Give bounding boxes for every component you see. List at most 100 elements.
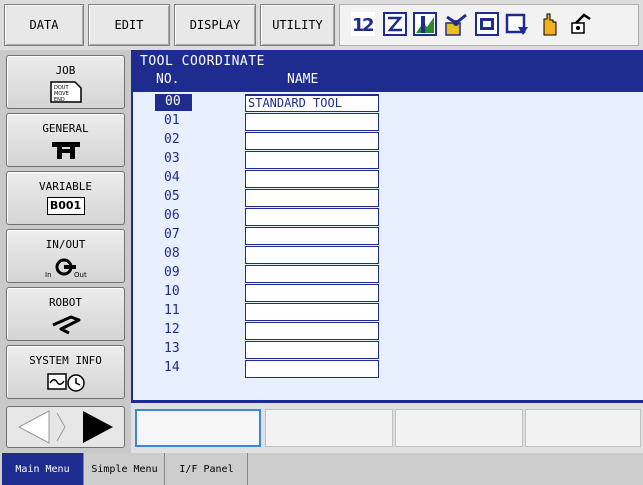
row-number[interactable]: 10 xyxy=(164,284,194,301)
table-row[interactable]: 11 xyxy=(131,302,643,321)
tab-simple-menu[interactable]: Simple Menu xyxy=(85,453,165,485)
row-number[interactable]: 03 xyxy=(164,151,194,168)
row-number[interactable]: 01 xyxy=(164,113,194,130)
general-tool-icon xyxy=(51,142,80,159)
tool-name-field[interactable] xyxy=(245,265,379,283)
row-number[interactable]: 02 xyxy=(164,132,194,149)
row-number[interactable]: 05 xyxy=(164,189,194,206)
svg-text:2: 2 xyxy=(362,15,375,36)
robot-arm-icon xyxy=(51,315,80,335)
row-number[interactable]: 09 xyxy=(164,265,194,282)
sidebar-item-label: IN/OUT xyxy=(45,238,86,251)
tool-name-field[interactable] xyxy=(245,189,379,207)
row-number[interactable]: 12 xyxy=(164,322,194,339)
table-row[interactable]: 04 xyxy=(131,169,643,188)
input-line-segment xyxy=(395,409,523,447)
hand-icon xyxy=(543,13,557,36)
io-plug-icon: In Out xyxy=(45,258,87,279)
menu-edit-label: EDIT xyxy=(114,18,144,32)
sidebar-item-label: VARIABLE xyxy=(39,180,92,193)
table-row[interactable]: 09 xyxy=(131,264,643,283)
tool-name-field[interactable] xyxy=(245,341,379,359)
sidebar-item-label: SYSTEM INFO xyxy=(29,354,102,367)
variable-icon: B001 xyxy=(46,197,85,215)
tool-coordinate-window: TOOL COORDINATE NO. NAME 00 STANDARD TOO… xyxy=(131,50,643,402)
tool-name-field[interactable] xyxy=(245,132,379,150)
row-number[interactable]: 06 xyxy=(164,208,194,225)
table-row[interactable]: 08 xyxy=(131,245,643,264)
row-number[interactable]: 11 xyxy=(164,303,194,320)
input-line-segment xyxy=(265,409,393,447)
tool-name-field[interactable] xyxy=(245,170,379,188)
tool-name-field[interactable] xyxy=(245,151,379,169)
tab-if-panel[interactable]: I/F Panel xyxy=(166,453,248,485)
sidebar-item-variable[interactable]: VARIABLE B001 xyxy=(6,171,125,225)
row-number[interactable]: 07 xyxy=(164,227,194,244)
sidebar-item-robot[interactable]: ROBOT xyxy=(6,287,125,341)
menu-utility-label: UTILITY xyxy=(272,18,323,32)
servo-icon xyxy=(571,13,591,34)
tool-name-field[interactable] xyxy=(245,322,379,340)
mode-switch-icon: 1 2 xyxy=(351,12,375,36)
main-menu-sidebar: JOB DOUT MOVE END GENERAL VARIABLE B001 xyxy=(0,50,131,453)
table-row[interactable]: 02 xyxy=(131,131,643,150)
top-menu-bar: DATA EDIT DISPLAY UTILITY 1 2 xyxy=(0,0,643,50)
table-row[interactable]: 07 xyxy=(131,226,643,245)
row-number[interactable]: 08 xyxy=(164,246,194,263)
tool-name-field[interactable] xyxy=(245,113,379,131)
column-header-no: NO. xyxy=(156,72,180,87)
status-icon-strip: 1 2 xyxy=(339,4,639,46)
table-row[interactable]: 00 STANDARD TOOL xyxy=(131,93,643,112)
sidebar-item-general[interactable]: GENERAL xyxy=(6,113,125,167)
menu-edit-button[interactable]: EDIT xyxy=(88,4,170,46)
table-row[interactable]: 12 xyxy=(131,321,643,340)
arrow-left-icon[interactable] xyxy=(17,410,50,444)
frame-icon xyxy=(505,13,528,35)
table-row[interactable]: 06 xyxy=(131,207,643,226)
tool-name-field[interactable] xyxy=(245,303,379,321)
menu-display-label: DISPLAY xyxy=(189,18,241,32)
sidebar-item-label: JOB xyxy=(55,64,76,77)
tool-name-field[interactable] xyxy=(245,246,379,264)
bottom-taskbar: Main Menu Simple Menu I/F Panel xyxy=(0,453,643,485)
row-number[interactable]: 00 xyxy=(155,94,192,111)
table-row[interactable]: 01 xyxy=(131,112,643,131)
tab-main-menu-label: Main Menu xyxy=(15,463,70,475)
input-line-segment xyxy=(525,409,641,447)
tool-name-field[interactable]: STANDARD TOOL xyxy=(245,94,379,112)
arrow-right-icon[interactable] xyxy=(83,411,113,443)
table-row[interactable]: 05 xyxy=(131,188,643,207)
tool-name-field[interactable] xyxy=(245,208,379,226)
job-document-icon: DOUT MOVE END xyxy=(49,81,82,103)
robot-arm-icon xyxy=(445,13,467,36)
row-number[interactable]: 13 xyxy=(164,341,194,358)
menu-utility-button[interactable]: UTILITY xyxy=(260,4,335,46)
window-header: TOOL COORDINATE NO. NAME xyxy=(131,50,643,92)
chart-icon xyxy=(413,12,437,36)
menu-data-label: DATA xyxy=(29,18,59,32)
tab-main-menu[interactable]: Main Menu xyxy=(2,453,84,485)
sidebar-item-system-info[interactable]: SYSTEM INFO xyxy=(6,345,125,399)
tool-name-field[interactable] xyxy=(245,360,379,378)
tool-name-field[interactable] xyxy=(245,227,379,245)
row-number[interactable]: 04 xyxy=(164,170,194,187)
table-row[interactable]: 10 xyxy=(131,283,643,302)
tab-if-panel-label: I/F Panel xyxy=(179,463,234,475)
menu-data-button[interactable]: DATA xyxy=(4,4,84,46)
table-row[interactable]: 03 xyxy=(131,150,643,169)
column-header-name: NAME xyxy=(287,72,319,87)
input-line-bar xyxy=(131,403,643,453)
window-title: TOOL COORDINATE xyxy=(140,54,265,69)
row-number[interactable]: 14 xyxy=(164,360,194,377)
svg-text:In: In xyxy=(45,271,52,279)
sidebar-item-in-out[interactable]: IN/OUT In Out xyxy=(6,229,125,283)
input-line-field[interactable] xyxy=(135,409,261,447)
table-row[interactable]: 13 xyxy=(131,340,643,359)
sidebar-item-job[interactable]: JOB DOUT MOVE END xyxy=(6,55,125,109)
svg-text:Out: Out xyxy=(74,271,87,279)
page-arrow-pad xyxy=(6,406,125,448)
tool-name-field[interactable] xyxy=(245,284,379,302)
table-row[interactable]: 14 xyxy=(131,359,643,378)
svg-text:END: END xyxy=(54,97,65,103)
menu-display-button[interactable]: DISPLAY xyxy=(174,4,256,46)
